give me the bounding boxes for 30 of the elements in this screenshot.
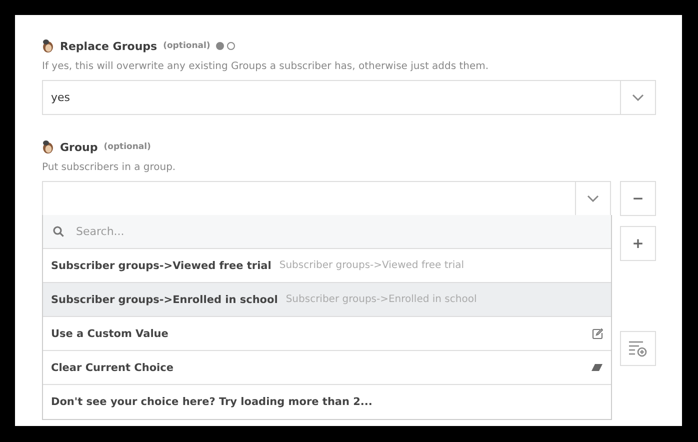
item-label: Don't see your choice here? Try loading more than 2... (51, 396, 372, 408)
toggle-dot[interactable] (216, 42, 224, 50)
chevron-down-icon (632, 94, 644, 101)
select-field[interactable]: yes (42, 80, 656, 115)
optional-label: (optional) (163, 41, 210, 51)
dropdown-item[interactable]: Subscriber groups->Enrolled in school Subscriber groups->Enrolled in school (43, 283, 611, 317)
field-label: Group (60, 140, 98, 154)
field-label: Replace Groups (60, 40, 158, 52)
toggle-dot[interactable] (227, 42, 236, 50)
search-icon (53, 226, 64, 237)
field-description: Put subscribers in a group. (42, 162, 177, 173)
list-add-icon (628, 340, 648, 356)
monkey-icon (42, 140, 54, 154)
list-options-button[interactable] (620, 331, 656, 366)
item-label: Subscriber groups->Viewed free trial (51, 260, 272, 272)
edit-icon (592, 328, 603, 339)
item-label: Use a Custom Value (51, 328, 168, 340)
chevron-down-icon (587, 195, 599, 202)
eraser-icon (591, 363, 603, 372)
search-field[interactable]: Search... (74, 224, 601, 239)
field-description: If yes, this will overwrite any existing Groups a subscriber has, otherwise just adds them. (42, 61, 490, 72)
search-bar[interactable]: Search... (43, 215, 611, 249)
monkey-icon (42, 39, 54, 53)
item-label: Clear Current Choice (51, 362, 174, 374)
item-hint: Subscriber groups->Enrolled in school (286, 294, 477, 305)
item-label: Subscriber groups->Enrolled in school (51, 294, 278, 306)
optional-label: (optional) (104, 142, 151, 152)
item-hint: Subscriber groups->Viewed free trial (279, 260, 464, 271)
remove-button[interactable]: − (620, 181, 656, 216)
add-button[interactable]: + (620, 226, 656, 261)
